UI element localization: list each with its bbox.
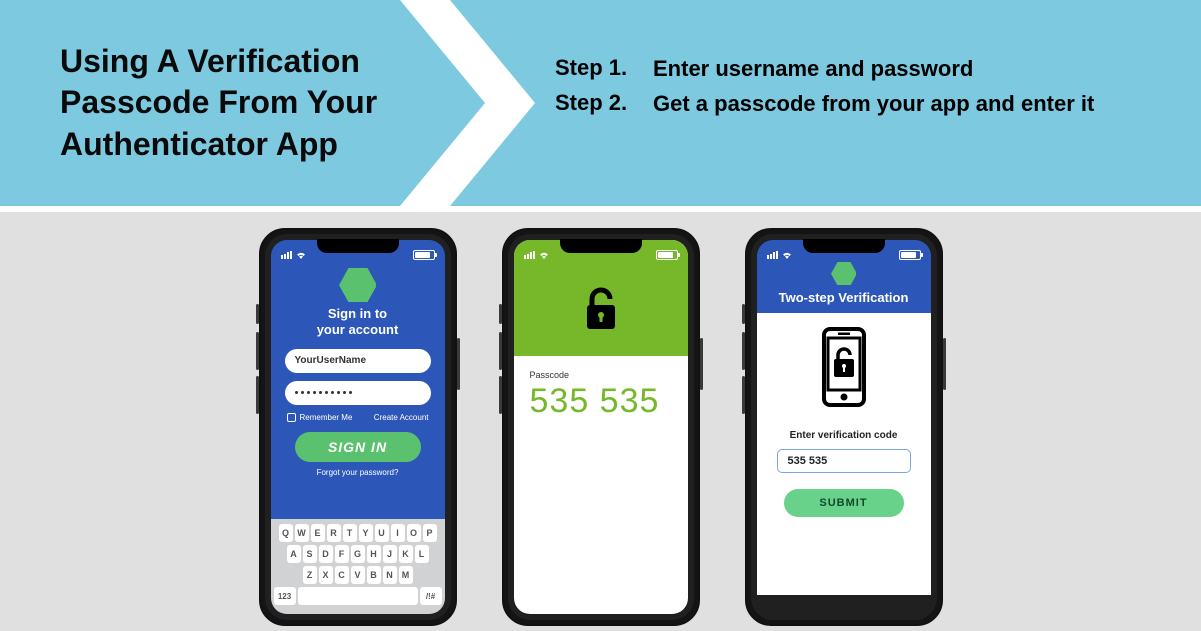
battery-icon — [899, 250, 921, 260]
battery-icon — [413, 250, 435, 260]
battery-icon — [656, 250, 678, 260]
keyboard-key[interactable]: E — [311, 524, 325, 542]
keyboard-key[interactable]: T — [343, 524, 357, 542]
keyboard-key[interactable]: O — [407, 524, 421, 542]
signin-heading: Sign in to your account — [271, 306, 445, 339]
keyboard-key-numbers[interactable]: 123 — [274, 587, 296, 605]
keyboard-key[interactable]: Q — [279, 524, 293, 542]
username-input[interactable]: YourUserName — [285, 349, 431, 373]
forgot-password-link[interactable]: Forgot your password? — [271, 468, 445, 477]
remember-me-checkbox[interactable]: Remember Me — [287, 413, 353, 422]
keyboard-key[interactable]: U — [375, 524, 389, 542]
keyboard-key[interactable]: I — [391, 524, 405, 542]
phone-verification: Two-step Verification Enter verifi — [745, 228, 943, 626]
hexagon-logo-icon — [339, 268, 377, 302]
keyboard-key[interactable]: X — [319, 566, 333, 584]
passcode-value: 535 535 — [530, 382, 672, 421]
create-account-link[interactable]: Create Account — [374, 413, 429, 422]
banner: Using A Verification Passcode From Your … — [0, 0, 1201, 206]
title-line-1: Using A Verification — [60, 43, 360, 79]
signal-icon — [767, 251, 778, 259]
keyboard-key[interactable]: Y — [359, 524, 373, 542]
step-number: Step 1. — [555, 55, 635, 81]
enter-code-label: Enter verification code — [757, 430, 931, 441]
passcode-label: Passcode — [530, 370, 672, 380]
step-1: Step 1. Enter username and password — [555, 55, 1094, 84]
step-2: Step 2. Get a passcode from your app and… — [555, 90, 1094, 119]
phone-signin: Sign in to your account YourUserName Rem… — [259, 228, 457, 626]
keyboard-key[interactable]: C — [335, 566, 349, 584]
wifi-icon — [538, 250, 550, 260]
keyboard-key[interactable]: M — [399, 566, 413, 584]
keyboard-key[interactable]: V — [351, 566, 365, 584]
keyboard-key[interactable]: P — [423, 524, 437, 542]
signal-icon — [281, 251, 292, 259]
keyboard: QWERTYUIOP ASDFGHJKL ZXCVBNM 123 /!# — [271, 519, 445, 614]
phone-authenticator: Passcode 535 535 — [502, 228, 700, 626]
signal-icon — [524, 251, 535, 259]
twostep-heading: Two-step Verification — [757, 290, 931, 305]
wifi-icon — [781, 250, 793, 260]
signin-button[interactable]: SIGN IN — [295, 432, 421, 462]
keyboard-key[interactable]: D — [319, 545, 333, 563]
keyboard-key[interactable]: A — [287, 545, 301, 563]
hexagon-logo-icon — [831, 262, 857, 286]
verification-code-input[interactable]: 535 535 — [777, 449, 911, 473]
step-text: Enter username and password — [653, 55, 973, 84]
step-number: Step 2. — [555, 90, 635, 116]
submit-button[interactable]: SUBMIT — [784, 489, 904, 517]
wifi-icon — [295, 250, 307, 260]
keyboard-key[interactable]: S — [303, 545, 317, 563]
keyboard-key[interactable]: L — [415, 545, 429, 563]
keyboard-key[interactable]: H — [367, 545, 381, 563]
keyboard-key[interactable]: Z — [303, 566, 317, 584]
step-text: Get a passcode from your app and enter i… — [653, 90, 1094, 119]
keyboard-key[interactable]: N — [383, 566, 397, 584]
keyboard-key[interactable]: G — [351, 545, 365, 563]
keyboard-key[interactable]: F — [335, 545, 349, 563]
unlock-icon — [514, 262, 688, 356]
keyboard-key[interactable]: R — [327, 524, 341, 542]
keyboard-key-space[interactable] — [298, 587, 418, 605]
steps-list: Step 1. Enter username and password Step… — [555, 55, 1094, 124]
keyboard-key[interactable]: J — [383, 545, 397, 563]
chevron-right-icon — [400, 0, 570, 206]
password-input[interactable] — [285, 381, 431, 405]
keyboard-key[interactable]: K — [399, 545, 413, 563]
phones-row: Sign in to your account YourUserName Rem… — [0, 206, 1201, 626]
keyboard-key[interactable]: B — [367, 566, 381, 584]
title-line-2: Passcode From Your — [60, 84, 377, 120]
keyboard-key[interactable]: W — [295, 524, 309, 542]
phone-lock-icon — [816, 327, 872, 412]
title-line-3: Authenticator App — [60, 126, 338, 162]
keyboard-key-symbols[interactable]: /!# — [420, 587, 442, 605]
